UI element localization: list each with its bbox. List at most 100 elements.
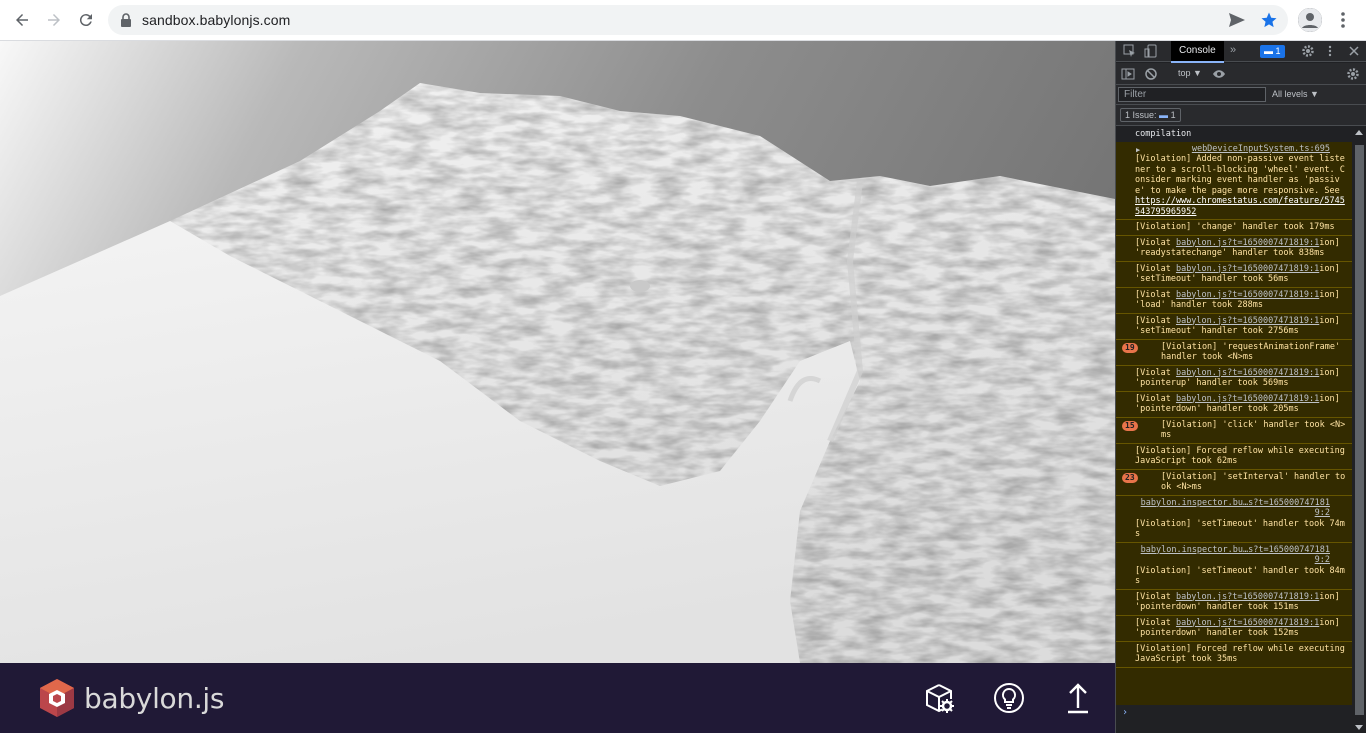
upload-button[interactable] [1058, 678, 1098, 718]
lock-icon [121, 13, 131, 27]
console-message[interactable]: 23 [Violation] 'setInterval' handler took… [1116, 470, 1352, 496]
source-link[interactable]: babylon.inspector.bu…s?t=1650007471819:2 [1135, 545, 1348, 566]
close-devtools-icon[interactable] [1347, 44, 1361, 58]
reload-icon[interactable] [74, 8, 98, 32]
message-text: [Violation] 'change' handler took 179ms [1135, 222, 1335, 232]
console-message[interactable]: compilation [1116, 127, 1352, 142]
console-prompt[interactable]: › [1116, 705, 1352, 733]
console-message[interactable]: [Violat babylon.js?t=1650007471819:1ion]… [1116, 236, 1352, 262]
messages-icon: ▬ [1264, 46, 1276, 56]
repeat-count-badge[interactable]: 23 [1122, 472, 1138, 483]
more-tabs-icon[interactable]: » [1230, 44, 1236, 56]
console-message[interactable]: [Violation] Forced reflow while executin… [1116, 642, 1352, 668]
bookmark-star-icon[interactable] [1260, 11, 1278, 29]
url-text[interactable]: sandbox.babylonjs.com [142, 12, 290, 28]
console-message[interactable]: [Violat babylon.js?t=1650007471819:1ion]… [1116, 590, 1352, 616]
source-link[interactable]: babylon.js?t=1650007471819:1 [1176, 290, 1319, 300]
address-bar[interactable]: sandbox.babylonjs.com [108, 5, 1288, 35]
devtools-tabbar: Console » ▬ 1 [1116, 41, 1366, 63]
context-selector[interactable]: top ▼ [1178, 68, 1202, 78]
babylon-logo[interactable]: babylon.js [38, 679, 225, 717]
message-text: [Violat [1135, 393, 1176, 404]
message-text: [Violat [1135, 263, 1176, 274]
filter-input[interactable]: Filter [1118, 87, 1266, 102]
console-message[interactable]: [Violat babylon.js?t=1650007471819:1ion]… [1116, 262, 1352, 288]
message-text: [Violat [1135, 617, 1176, 628]
device-toolbar-icon[interactable] [1144, 44, 1158, 58]
source-link[interactable]: babylon.js?t=1650007471819:1 [1176, 316, 1319, 326]
message-text: [Violation] Forced reflow while executin… [1135, 445, 1350, 467]
menu-kebab-icon[interactable] [1334, 8, 1352, 32]
message-text: [Violation] Added non-passive event list… [1135, 154, 1345, 196]
console-settings-icon[interactable] [1346, 67, 1360, 81]
render-canvas[interactable] [0, 41, 1115, 663]
expand-triangle-icon[interactable]: ▶ [1136, 145, 1140, 156]
console-scrollbar[interactable] [1352, 127, 1366, 733]
babylon-cube-icon [40, 679, 74, 717]
console-message[interactable]: babylon.inspector.bu…s?t=1650007471819:2… [1116, 543, 1352, 590]
back-arrow-icon[interactable] [10, 8, 34, 32]
source-link[interactable]: webDeviceInputSystem.ts:695 [1135, 144, 1348, 155]
send-icon[interactable] [1228, 12, 1246, 28]
inspector-icon [926, 684, 954, 713]
message-text: [Violat [1135, 237, 1176, 248]
message-text: [Violation] 'click' handler took <N>ms [1161, 419, 1346, 441]
sidebar-toggle-icon[interactable] [1121, 67, 1135, 81]
live-expression-eye-icon[interactable] [1212, 67, 1226, 81]
devtools-menu-icon[interactable] [1323, 44, 1337, 58]
filter-bar: Filter All levels ▼ [1116, 85, 1366, 105]
messages-count: 1 [1275, 46, 1281, 56]
message-text: [Violation] 'setTimeout' handler took 74… [1135, 518, 1345, 540]
forward-arrow-icon[interactable] [42, 8, 66, 32]
inspect-element-icon[interactable] [1123, 44, 1137, 58]
inspector-button[interactable] [919, 678, 959, 718]
console-message[interactable]: babylon.inspector.bu…s?t=1650007471819:2… [1116, 496, 1352, 543]
message-text: [Violat [1135, 591, 1176, 602]
repeat-count-badge[interactable]: 19 [1122, 342, 1138, 353]
profile-icon[interactable] [1298, 8, 1322, 32]
console-message[interactable]: [Violation] 'change' handler took 179ms [1116, 220, 1352, 236]
console-message[interactable]: 19 [Violation] 'requestAnimationFrame' ha… [1116, 340, 1352, 366]
console-toolbar: top ▼ [1116, 63, 1366, 85]
tab-console[interactable]: Console [1171, 41, 1224, 63]
clear-console-icon[interactable] [1144, 67, 1158, 81]
console-message[interactable]: 15 [Violation] 'click' handler took <N>ms [1116, 418, 1352, 444]
docs-link[interactable]: https://www.chromestatus.com/feature/574… [1135, 196, 1345, 217]
source-link[interactable]: babylon.inspector.bu…s?t=1650007471819:2 [1135, 498, 1348, 519]
message-text: [Violat [1135, 315, 1176, 326]
sandbox-footer: babylon.js [0, 663, 1115, 733]
source-link[interactable]: babylon.js?t=1650007471819:1 [1176, 368, 1319, 378]
issues-icon: ▬ [1159, 110, 1169, 120]
repeat-count-badge[interactable]: 15 [1122, 420, 1138, 431]
messages-badge[interactable]: ▬ 1 [1260, 45, 1285, 58]
source-link[interactable]: babylon.js?t=1650007471819:1 [1176, 264, 1319, 274]
console-message[interactable]: [Violat babylon.js?t=1650007471819:1ion]… [1116, 392, 1352, 418]
issues-button[interactable]: 1 Issue: ▬ 1 [1120, 108, 1181, 122]
source-link[interactable]: babylon.js?t=1650007471819:1 [1176, 592, 1319, 602]
console-message[interactable]: [Violation] Forced reflow while executin… [1116, 444, 1352, 470]
message-text: [Violation] 'setInterval' handler took <… [1161, 471, 1346, 493]
lightbulb-icon [994, 683, 1024, 713]
console-message[interactable]: ▶ webDeviceInputSystem.ts:695 [Violation] … [1116, 142, 1352, 220]
upload-icon [1068, 683, 1088, 714]
issues-label: 1 Issue: [1125, 110, 1157, 120]
message-text: [Violation] 'setTimeout' handler took 84… [1135, 565, 1345, 587]
source-link[interactable]: babylon.js?t=1650007471819:1 [1176, 238, 1319, 248]
issues-count: 1 [1170, 110, 1176, 120]
settings-gear-icon[interactable] [1301, 44, 1315, 58]
console-log[interactable]: compilation ▶ webDeviceInputSystem.ts:695[… [1116, 127, 1352, 733]
console-message[interactable]: [Violat babylon.js?t=1650007471819:1ion]… [1116, 314, 1352, 340]
message-text: compilation [1135, 129, 1192, 139]
console-message[interactable]: [Violat babylon.js?t=1650007471819:1ion]… [1116, 366, 1352, 392]
log-levels-dropdown[interactable]: All levels ▼ [1272, 89, 1319, 99]
devtools-panel: Console » ▬ 1 top ▼ Filter All levels ▼ … [1115, 41, 1366, 733]
logo-text: babylon.js [84, 681, 225, 715]
terrain-render [0, 41, 1115, 663]
browser-toolbar: sandbox.babylonjs.com [0, 0, 1366, 41]
message-text: [Violation] Forced reflow while executin… [1135, 643, 1350, 665]
source-link[interactable]: babylon.js?t=1650007471819:1 [1176, 394, 1319, 404]
feedback-button[interactable] [989, 678, 1029, 718]
console-message[interactable]: [Violat babylon.js?t=1650007471819:1ion]… [1116, 288, 1352, 314]
source-link[interactable]: babylon.js?t=1650007471819:1 [1176, 618, 1319, 628]
console-message[interactable]: [Violat babylon.js?t=1650007471819:1ion]… [1116, 616, 1352, 642]
